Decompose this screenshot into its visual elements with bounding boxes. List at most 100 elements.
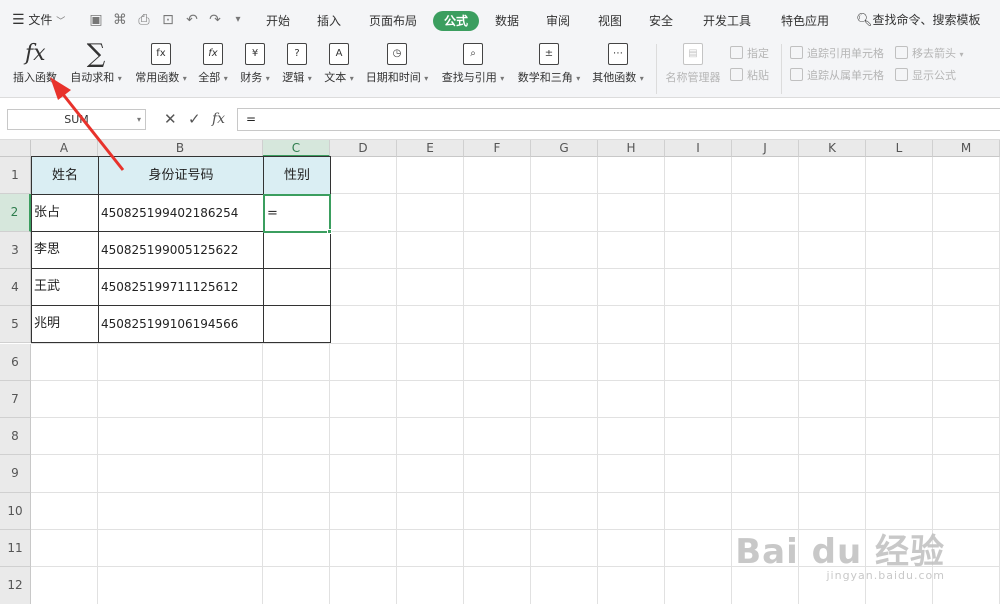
print-icon[interactable]: ⎙ <box>136 12 152 28</box>
column-header-m[interactable]: M <box>933 140 1000 157</box>
column-header-c[interactable]: C <box>263 140 330 157</box>
print-preview-icon[interactable]: ⊡ <box>160 12 176 28</box>
tab-insert[interactable]: 插入 <box>309 11 349 31</box>
text-functions-button[interactable]: A 文本 ▾ <box>320 40 358 98</box>
chevron-down-icon: ▾ <box>424 74 429 83</box>
file-menu[interactable]: ☰ 文件 ﹀ <box>12 0 65 40</box>
row-header-12[interactable]: 12 <box>0 567 31 604</box>
row-header-2[interactable]: 2 <box>0 194 31 232</box>
remove-arrows-button[interactable]: 移去箭头 ▾ <box>895 44 964 64</box>
define-name-button[interactable]: 指定 <box>730 44 769 64</box>
table-cell-gender[interactable] <box>263 305 331 343</box>
column-header-k[interactable]: K <box>799 140 866 157</box>
row-header-8[interactable]: 8 <box>0 418 31 456</box>
header-cell-name[interactable]: 姓名 <box>31 156 99 195</box>
table-cell-gender[interactable] <box>263 268 331 306</box>
column-header-d[interactable]: D <box>330 140 397 157</box>
undo-icon[interactable]: ↶ <box>184 12 200 28</box>
other-functions-button[interactable]: ⋯ 其他函数 ▾ <box>588 40 648 98</box>
row-header-3[interactable]: 3 <box>0 231 31 269</box>
finance-functions-button[interactable]: ¥ 财务 ▾ <box>236 40 274 98</box>
tab-special-apps[interactable]: 特色应用 <box>775 11 835 31</box>
name-manager-button[interactable]: ▤ 名称管理器 <box>662 40 724 98</box>
remove-arrows-icon <box>895 46 908 59</box>
tab-review[interactable]: 审阅 <box>538 11 578 31</box>
column-header-l[interactable]: L <box>866 140 933 157</box>
table-cell-name[interactable]: 张占 <box>31 194 99 232</box>
table-cell-gender[interactable] <box>263 231 331 269</box>
all-functions-button[interactable]: fx 全部 ▾ <box>194 40 232 98</box>
paste-name-button[interactable]: 粘贴 <box>730 66 769 86</box>
select-all-corner[interactable] <box>0 140 31 157</box>
common-functions-label: 常用函数 <box>135 71 180 84</box>
row-header-1[interactable]: 1 <box>0 157 31 195</box>
tab-developer[interactable]: 开发工具 <box>697 11 757 31</box>
other-functions-label: 其他函数 <box>592 71 637 84</box>
insert-function-label: 插入函数 <box>13 71 57 84</box>
logic-functions-button[interactable]: ? 逻辑 ▾ <box>278 40 316 98</box>
chevron-down-icon: ▾ <box>959 50 964 59</box>
table-cell-id[interactable]: 450825199005125622 <box>98 231 264 269</box>
tab-security[interactable]: 安全 <box>641 11 681 31</box>
remove-arrows-label: 移去箭头 <box>912 47 956 60</box>
tab-formulas[interactable]: 公式 <box>433 11 479 31</box>
autosum-button[interactable]: ∑ 自动求和 ▾ <box>66 40 126 98</box>
column-header-j[interactable]: J <box>732 140 799 157</box>
fx-icon[interactable]: fx <box>212 109 225 130</box>
tab-page-layout[interactable]: 页面布局 <box>365 11 421 31</box>
baidu-watermark: Bai du 经验 jingyan.baidu.com <box>735 524 945 582</box>
more-icon: ⋯ <box>608 43 628 65</box>
name-box[interactable]: SUM ▾ <box>7 109 146 130</box>
row-header-6[interactable]: 6 <box>0 343 31 381</box>
fill-handle[interactable] <box>327 229 332 234</box>
search-icon: 🔍︎ <box>856 13 873 28</box>
text-icon: A <box>329 43 349 65</box>
trace-dependents-button[interactable]: 追踪从属单元格 <box>790 66 884 86</box>
lookup-functions-button[interactable]: ⌕ 查找与引用 ▾ <box>438 40 508 98</box>
column-header-i[interactable]: I <box>665 140 732 157</box>
tab-view[interactable]: 视图 <box>590 11 630 31</box>
table-cell-name[interactable]: 王武 <box>31 268 99 306</box>
insert-function-button[interactable]: fx 插入函数 <box>6 40 64 98</box>
column-header-h[interactable]: H <box>598 140 665 157</box>
check-icon[interactable]: ✓ <box>188 109 201 130</box>
tab-data[interactable]: 数据 <box>487 11 527 31</box>
save-icon[interactable]: ▣ <box>88 12 104 28</box>
row-header-9[interactable]: 9 <box>0 455 31 493</box>
row-header-4[interactable]: 4 <box>0 268 31 307</box>
math-functions-button[interactable]: ± 数学和三角 ▾ <box>513 40 585 98</box>
redo-icon[interactable]: ↷ <box>207 12 223 28</box>
table-cell-name[interactable]: 兆明 <box>31 305 99 343</box>
row-header-11[interactable]: 11 <box>0 530 31 568</box>
row-header-7[interactable]: 7 <box>0 380 31 419</box>
table-cell-id[interactable]: 450825199106194566 <box>98 305 264 343</box>
command-search[interactable]: 🔍︎查找命令、搜索模板 <box>856 0 981 40</box>
row-header-10[interactable]: 10 <box>0 492 31 530</box>
column-header-g[interactable]: G <box>531 140 598 157</box>
row-header-5[interactable]: 5 <box>0 306 31 344</box>
column-header-b[interactable]: B <box>98 140 263 157</box>
column-header-e[interactable]: E <box>397 140 464 157</box>
format-painter-icon[interactable]: ⌘ <box>112 12 128 28</box>
tab-start[interactable]: 开始 <box>258 11 298 31</box>
datetime-functions-button[interactable]: ◷ 日期和时间 ▾ <box>362 40 432 98</box>
column-header-f[interactable]: F <box>464 140 531 157</box>
header-cell-id[interactable]: 身份证号码 <box>98 156 264 195</box>
header-cell-gender[interactable]: 性别 <box>263 156 331 195</box>
show-formulas-button[interactable]: 显示公式 <box>895 66 956 86</box>
column-header-a[interactable]: A <box>31 140 98 157</box>
fx-icon: fx <box>25 41 46 66</box>
finance-label: 财务 <box>240 71 263 84</box>
show-formulas-label: 显示公式 <box>912 69 956 82</box>
trace-precedents-button[interactable]: 追踪引用单元格 <box>790 44 884 64</box>
active-cell-c2[interactable]: = <box>263 194 331 233</box>
common-functions-button[interactable]: fx 常用函数 ▾ <box>130 40 192 98</box>
formula-input[interactable]: = <box>237 108 1000 131</box>
table-cell-id[interactable]: 450825199402186254 <box>98 194 264 232</box>
customize-dropdown-icon[interactable]: ▾ <box>230 12 246 28</box>
table-cell-name[interactable]: 李思 <box>31 231 99 269</box>
table-cell-id[interactable]: 450825199711125612 <box>98 268 264 306</box>
cancel-icon[interactable]: ✕ <box>164 109 177 130</box>
datetime-label: 日期和时间 <box>365 71 421 84</box>
trace-precedents-icon <box>790 46 803 59</box>
